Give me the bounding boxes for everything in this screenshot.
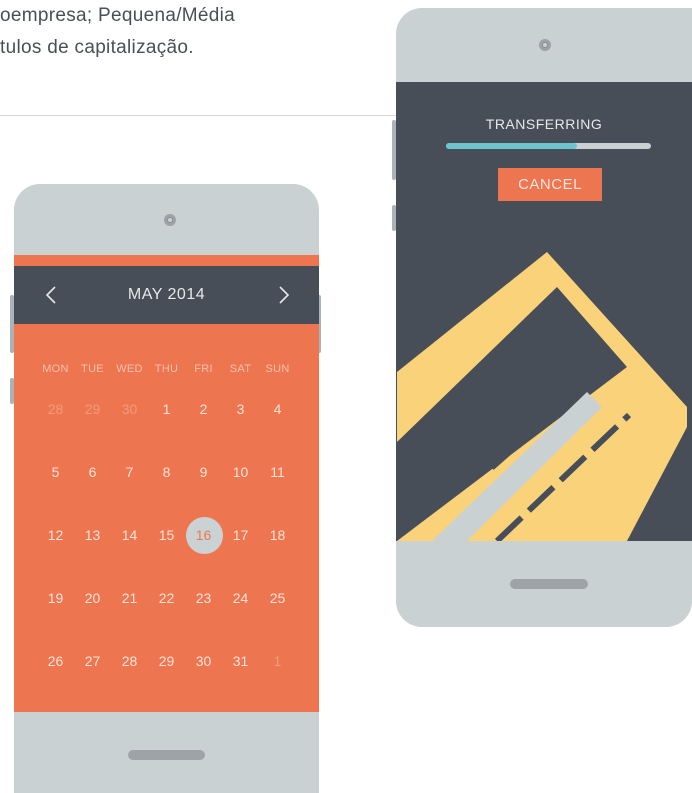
calendar-day[interactable]: 11 — [259, 454, 296, 491]
calendar-day[interactable]: 23 — [185, 580, 222, 617]
calendar-day[interactable]: 18 — [259, 517, 296, 554]
calendar-day[interactable]: 17 — [222, 517, 259, 554]
home-button[interactable] — [128, 750, 205, 760]
next-month-button[interactable] — [273, 283, 293, 307]
calendar-day[interactable]: 4 — [259, 391, 296, 428]
calendar-day[interactable]: 6 — [74, 454, 111, 491]
calendar-day[interactable]: 29 — [74, 391, 111, 428]
calendar-day[interactable]: 3 — [222, 391, 259, 428]
calendar-day[interactable]: 26 — [37, 643, 74, 680]
weekday-label: FRI — [194, 363, 213, 375]
calendar-day[interactable]: 25 — [259, 580, 296, 617]
calendar-day[interactable]: 22 — [148, 580, 185, 617]
divider — [0, 115, 396, 116]
calendar-day[interactable]: 16 — [185, 517, 223, 554]
camera-icon — [164, 214, 176, 226]
cancel-button[interactable]: CANCEL — [498, 168, 602, 201]
calendar-day[interactable]: 29 — [148, 643, 185, 680]
weekday-label: THU — [154, 363, 179, 375]
calendar-day[interactable]: 21 — [111, 580, 148, 617]
weekday-label: MON — [42, 363, 69, 375]
intro-text: oempresa; Pequena/Média tulos de capital… — [0, 0, 330, 64]
intro-line-1: oempresa; Pequena/Média — [0, 5, 236, 26]
calendar-day[interactable]: 5 — [37, 454, 74, 491]
calendar-day[interactable]: 28 — [37, 391, 74, 428]
calendar-day[interactable]: 7 — [111, 454, 148, 491]
home-button[interactable] — [510, 579, 588, 589]
calendar-day[interactable]: 2 — [185, 391, 222, 428]
credit-card-icon — [397, 252, 687, 541]
calendar-day[interactable]: 19 — [37, 580, 74, 617]
transfer-screen: TRANSFERRING CANCEL — [396, 82, 692, 541]
calendar-phone: MAY 2014 MON TUE WED THU FRI SAT SUN 28 29 30 1 2 3… — [14, 184, 319, 793]
calendar-day[interactable]: 24 — [222, 580, 259, 617]
calendar-day[interactable]: 12 — [37, 517, 74, 554]
calendar-day[interactable]: 14 — [111, 517, 148, 554]
calendar-day[interactable]: 8 — [148, 454, 185, 491]
calendar-day[interactable]: 9 — [185, 454, 222, 491]
calendar-day[interactable]: 1 — [259, 643, 296, 680]
progress-fill — [446, 143, 578, 149]
calendar-day[interactable]: 30 — [111, 391, 148, 428]
weekday-label: WED — [116, 363, 143, 375]
progress-bar — [446, 143, 651, 149]
calendar-day[interactable]: 13 — [74, 517, 111, 554]
calendar-screen: MAY 2014 MON TUE WED THU FRI SAT SUN 28 29 30 1 2 3… — [14, 255, 319, 712]
calendar-day[interactable]: 20 — [74, 580, 111, 617]
calendar-day[interactable]: 15 — [148, 517, 185, 554]
calendar-day[interactable]: 30 — [185, 643, 222, 680]
calendar-header: MAY 2014 — [14, 266, 319, 324]
weekday-row: MON TUE WED THU FRI SAT SUN — [39, 363, 299, 377]
weekday-label: SAT — [229, 363, 252, 375]
transfer-title: TRANSFERRING — [485, 116, 603, 132]
transfer-phone: TRANSFERRING CANCEL — [396, 8, 692, 627]
calendar-day[interactable]: 27 — [74, 643, 111, 680]
calendar-day[interactable]: 10 — [222, 454, 259, 491]
calendar-day[interactable]: 1 — [148, 391, 185, 428]
camera-icon — [539, 39, 551, 51]
calendar-day[interactable]: 28 — [111, 643, 148, 680]
weekday-label: SUN — [265, 363, 290, 375]
chevron-right-icon — [279, 286, 290, 304]
weekday-label: TUE — [81, 363, 104, 375]
calendar-day[interactable]: 31 — [222, 643, 259, 680]
intro-line-2: tulos de capitalização. — [0, 37, 194, 58]
